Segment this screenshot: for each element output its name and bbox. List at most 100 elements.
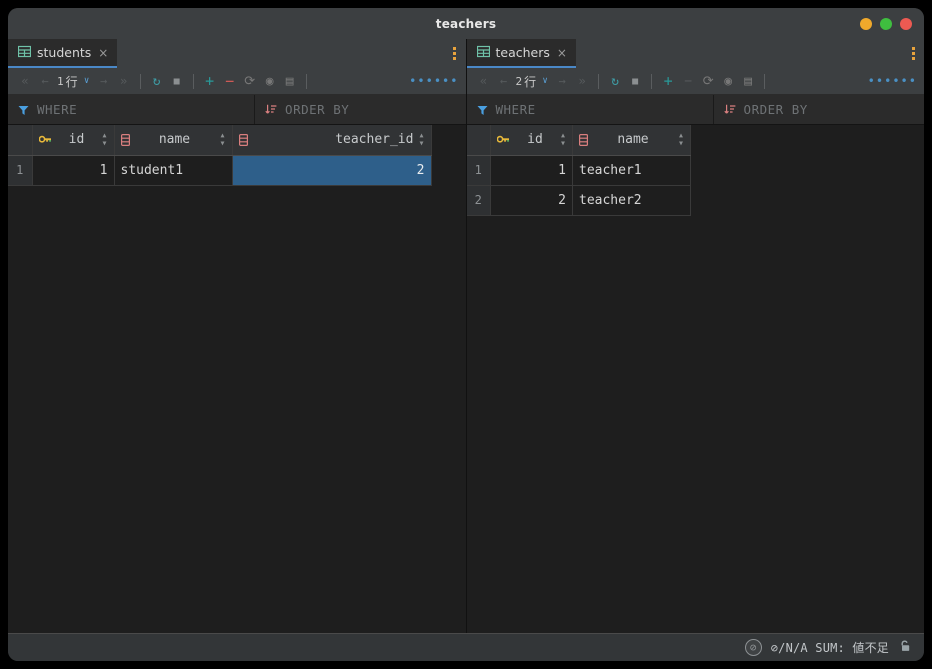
tab-label: students bbox=[37, 45, 92, 60]
sort-indicator-icon[interactable]: ▴ ▾ bbox=[678, 130, 684, 148]
panel-students: students × « ← 1 行 ∨ → » ↻ ■ + − ⟳ ◉ ▤ •… bbox=[8, 39, 467, 633]
toolbar-separator bbox=[651, 73, 653, 89]
cell-name[interactable]: teacher1 bbox=[572, 155, 691, 186]
page-size-chevron-down-icon[interactable]: ∨ bbox=[80, 71, 94, 91]
status-bar: ⊘ ⊘/N/A SUM: 値不足 bbox=[8, 633, 924, 661]
next-page-button[interactable]: → bbox=[94, 71, 114, 91]
table-icon bbox=[476, 43, 490, 62]
preview-eye-icon[interactable]: ◉ bbox=[260, 71, 280, 91]
close-button[interactable] bbox=[900, 17, 912, 30]
tabstrip-right: teachers × bbox=[466, 39, 924, 68]
add-row-button[interactable]: + bbox=[658, 71, 678, 91]
table-header-row: id ▴ ▾ bbox=[466, 125, 691, 156]
stop-icon[interactable]: ■ bbox=[625, 71, 645, 91]
cell-id[interactable]: 1 bbox=[490, 155, 573, 186]
toolbar-left: « ← 1 行 ∨ → » ↻ ■ + − ⟳ ◉ ▤ ••• ••• bbox=[8, 68, 466, 95]
table-row[interactable]: 1 1 teacher1 bbox=[466, 155, 691, 186]
order-by-label: ORDER BY bbox=[743, 102, 808, 117]
tab-students[interactable]: students × bbox=[8, 39, 118, 68]
add-row-button[interactable]: + bbox=[200, 71, 220, 91]
refresh-icon[interactable]: ↻ bbox=[147, 71, 167, 91]
primary-key-icon bbox=[497, 134, 510, 145]
order-by-field[interactable]: ORDER BY bbox=[255, 95, 465, 124]
last-page-button[interactable]: » bbox=[114, 71, 134, 91]
result-grid-left[interactable]: id ▴ ▾ name ▴ ▾ teacher_id ▴ ▾ 1 1 stude… bbox=[8, 125, 466, 633]
funnel-icon bbox=[18, 105, 29, 115]
revert-icon[interactable]: ⟳ bbox=[698, 71, 718, 91]
null-value-icon: ⊘ bbox=[744, 639, 762, 656]
column-header-name[interactable]: name ▴ ▾ bbox=[572, 125, 691, 156]
order-by-field[interactable]: ORDER BY bbox=[714, 95, 924, 124]
prev-page-button[interactable]: ← bbox=[35, 71, 55, 91]
more-options-icon[interactable] bbox=[444, 39, 466, 68]
next-page-button[interactable]: → bbox=[552, 71, 572, 91]
row-count-label: 1 行 bbox=[55, 71, 80, 91]
column-header-teacher-id[interactable]: teacher_id ▴ ▾ bbox=[232, 125, 432, 156]
gutter-header bbox=[8, 125, 33, 156]
stop-icon[interactable]: ■ bbox=[167, 71, 187, 91]
title-bar: teachers bbox=[8, 8, 924, 39]
minimize-button[interactable] bbox=[860, 17, 872, 30]
table-row[interactable]: 1 1 student1 2 bbox=[8, 155, 432, 186]
delete-row-button[interactable]: − bbox=[220, 71, 240, 91]
field-icon bbox=[238, 133, 248, 146]
sort-indicator-icon[interactable]: ▴ ▾ bbox=[101, 130, 107, 148]
sort-indicator-icon[interactable]: ▴ ▾ bbox=[418, 130, 424, 148]
unlock-icon[interactable] bbox=[898, 639, 912, 656]
tabstrip-filler bbox=[575, 39, 902, 68]
filter-bar-left: WHERE ORDER BY bbox=[8, 95, 466, 125]
row-count-unit: 行 bbox=[65, 74, 78, 89]
column-name: id bbox=[527, 132, 543, 148]
primary-key-icon bbox=[38, 134, 52, 145]
where-filter-field[interactable]: WHERE bbox=[467, 95, 714, 124]
column-header-id[interactable]: id ▴ ▾ bbox=[490, 125, 573, 156]
overflow-menu-icon[interactable]: ••• bbox=[868, 71, 893, 91]
tab-close-icon[interactable]: × bbox=[97, 47, 108, 59]
where-label: WHERE bbox=[495, 102, 536, 117]
table-header-row: id ▴ ▾ bbox=[8, 125, 432, 156]
save-icon[interactable]: ▤ bbox=[280, 71, 300, 91]
row-number: 1 bbox=[466, 155, 491, 186]
cell-name[interactable]: student1 bbox=[114, 155, 233, 186]
status-summary-label: ⊘/N/A SUM: 値不足 bbox=[770, 641, 889, 655]
row-count-number: 2 bbox=[515, 74, 523, 88]
cell-id[interactable]: 2 bbox=[490, 185, 573, 216]
result-grid-right[interactable]: id ▴ ▾ name ▴ ▾ 1 1 teacher1 2 2 teacher… bbox=[466, 125, 924, 633]
toolbar-separator bbox=[192, 73, 194, 89]
first-page-button[interactable]: « bbox=[15, 71, 35, 91]
delete-row-button: − bbox=[684, 73, 693, 89]
sort-indicator-icon[interactable]: ▴ ▾ bbox=[219, 130, 225, 148]
filter-bar-right: WHERE ORDER BY bbox=[466, 95, 924, 125]
save-icon[interactable]: ▤ bbox=[738, 71, 758, 91]
revert-icon[interactable]: ⟳ bbox=[240, 71, 260, 91]
cell-name[interactable]: teacher2 bbox=[572, 185, 691, 216]
maximize-button[interactable] bbox=[880, 17, 892, 30]
cell-teacher-id[interactable]: 2 bbox=[232, 155, 432, 186]
column-header-id[interactable]: id ▴ ▾ bbox=[32, 125, 115, 156]
sort-indicator-icon[interactable]: ▴ ▾ bbox=[560, 130, 566, 148]
tab-teachers[interactable]: teachers × bbox=[466, 39, 576, 68]
overflow-menu-icon-2[interactable]: ••• bbox=[892, 71, 917, 91]
overflow-menu-icon[interactable]: ••• bbox=[409, 71, 434, 91]
split-view: students × « ← 1 行 ∨ → » ↻ ■ + − ⟳ ◉ ▤ •… bbox=[8, 39, 924, 633]
first-page-button[interactable]: « bbox=[474, 71, 494, 91]
table-row[interactable]: 2 2 teacher2 bbox=[466, 185, 691, 216]
where-filter-field[interactable]: WHERE bbox=[8, 95, 256, 124]
page-size-chevron-down-icon[interactable]: ∨ bbox=[538, 71, 552, 91]
more-options-icon[interactable] bbox=[902, 39, 924, 68]
toolbar-separator bbox=[598, 73, 600, 89]
gutter-header bbox=[466, 125, 491, 156]
overflow-menu-icon-2[interactable]: ••• bbox=[434, 71, 459, 91]
tab-label: teachers bbox=[495, 45, 550, 60]
window-title: teachers bbox=[435, 16, 497, 31]
preview-eye-icon[interactable]: ◉ bbox=[718, 71, 738, 91]
table-icon bbox=[17, 43, 32, 62]
column-header-name[interactable]: name ▴ ▾ bbox=[114, 125, 233, 156]
last-page-button[interactable]: » bbox=[572, 71, 592, 91]
row-count-number: 1 bbox=[57, 74, 64, 88]
prev-page-button[interactable]: ← bbox=[494, 71, 514, 91]
refresh-icon[interactable]: ↻ bbox=[605, 71, 625, 91]
tab-close-icon[interactable]: × bbox=[556, 47, 567, 59]
cell-id[interactable]: 1 bbox=[32, 155, 115, 186]
tabstrip-filler bbox=[117, 39, 444, 68]
